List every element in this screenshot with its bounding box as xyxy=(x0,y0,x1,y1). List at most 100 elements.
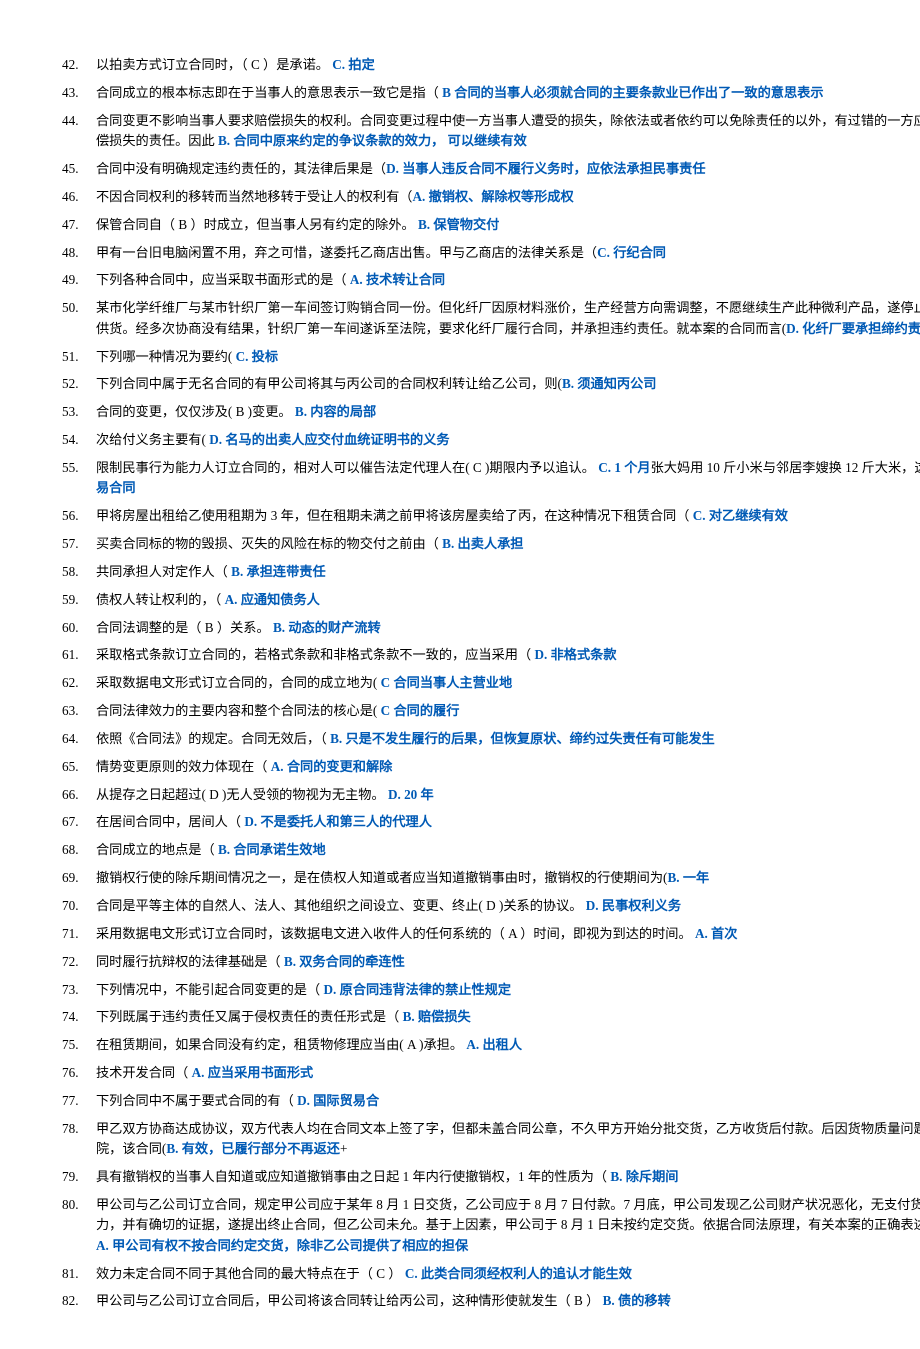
question-text: 合同的变更，仅仅涉及( B )变更。 xyxy=(96,404,295,419)
question-text: 合同是平等主体的自然人、法人、其他组织之间设立、变更、终止( D )关系的协议。 xyxy=(96,898,586,913)
question-item: 情势变更原则的效力体现在（ A. 合同的变更和解除 xyxy=(62,757,920,777)
question-item: 合同法律效力的主要内容和整个合同法的核心是( C 合同的履行 xyxy=(62,701,920,721)
question-item: 买卖合同标的物的毁损、灭失的风险在标的物交付之前由（ B. 出卖人承担 xyxy=(62,534,920,554)
question-text: 采用数据电文形式订立合同时，该数据电文进入收件人的任何系统的（ A ）时间，即视… xyxy=(96,926,695,941)
answer-text: A. 应通知债务人 xyxy=(225,592,320,607)
question-item: 债权人转让权利的，（ A. 应通知债务人 xyxy=(62,590,920,610)
answer-text: B. 须通知丙公司 xyxy=(562,376,657,391)
question-item: 合同中没有明确规定违约责任的，其法律后果是（D. 当事人违反合同不履行义务时，应… xyxy=(62,159,920,179)
question-text: 从提存之日起超过( D )无人受领的物视为无主物。 xyxy=(96,787,388,802)
question-item: 保管合同自（ B ）时成立，但当事人另有约定的除外。 B. 保管物交付 xyxy=(62,215,920,235)
question-item: 合同法调整的是（ B ）关系。 B. 动态的财产流转 xyxy=(62,618,920,638)
question-text: 合同中没有明确规定违约责任的，其法律后果是（ xyxy=(96,161,386,176)
question-text: 下列合同中属于无名合同的有甲公司将其与丙公司的合同权利转让给乙公司，则( xyxy=(96,376,562,391)
question-text: 保管合同自（ B ）时成立，但当事人另有约定的除外。 xyxy=(96,217,418,232)
question-text: 效力未定合同不同于其他合同的最大特点在于（ C ） xyxy=(96,1266,405,1281)
question-text: 在租赁期间，如果合同没有约定，租赁物修理应当由( A )承担。 xyxy=(96,1037,466,1052)
answer-text: D. 民事权利义务 xyxy=(586,898,681,913)
question-text: 情势变更原则的效力体现在（ xyxy=(96,759,271,774)
answer-text: B 合同的当事人必须就合同的主要条款业已作出了一致的意思表示 xyxy=(442,85,823,100)
answer-text: B. 有效，已履行部分不再返还 xyxy=(166,1141,340,1156)
question-text: 下列既属于违约责任又属于侵权责任的责任形式是（ xyxy=(96,1009,403,1024)
question-item: 同时履行抗辩权的法律基础是（ B. 双务合同的牵连性 xyxy=(62,952,920,972)
answer-text: B. 除斥期间 xyxy=(610,1169,678,1184)
answer-text: A. 应当采用书面形式 xyxy=(192,1065,314,1080)
question-item: 具有撤销权的当事人自知道或应知道撤销事由之日起 1 年内行使撤销权，1 年的性质… xyxy=(62,1167,920,1187)
question-text: 甲有一台旧电脑闲置不用，弃之可惜，遂委托乙商店出售。甲与乙商店的法律关系是（ xyxy=(96,245,597,260)
question-text: 下列哪一种情况为要约( xyxy=(96,349,236,364)
answer-text: B. 合同中原来约定的争议条款的效力， 可以继续有效 xyxy=(218,133,527,148)
question-item: 合同成立的根本标志即在于当事人的意思表示一致它是指（ B 合同的当事人必须就合同… xyxy=(62,83,920,103)
question-item: 限制民事行为能力人订立合同的，相对人可以催告法定代理人在( C )期限内予以追认… xyxy=(62,458,920,499)
answer-text: A. 合同的变更和解除 xyxy=(271,759,393,774)
answer-text: A. 技术转让合同 xyxy=(350,272,445,287)
question-text: 次给付义务主要有( xyxy=(96,432,209,447)
question-text: 具有撤销权的当事人自知道或应知道撤销事由之日起 1 年内行使撤销权，1 年的性质… xyxy=(96,1169,610,1184)
answer-text: C. 对乙继续有效 xyxy=(693,508,788,523)
question-text: 不因合同权利的移转而当然地移转于受让人的权利有（ xyxy=(96,189,413,204)
answer-text: D. 化纤厂要承担缔约责任 xyxy=(786,321,920,336)
question-text: 甲公司与乙公司订立合同，规定甲公司应于某年 8 月 1 日交货，乙公司应于 8 … xyxy=(96,1197,920,1232)
question-text: 合同成立的地点是（ xyxy=(96,842,218,857)
answer-text: B. 债的移转 xyxy=(603,1293,671,1308)
answer-text: C. 1 个月 xyxy=(598,460,650,475)
answer-text: D. 不是委托人和第三人的代理人 xyxy=(244,814,432,829)
answer-text: C. 行纪合同 xyxy=(597,245,666,260)
answer-text: B. 赔偿损失 xyxy=(403,1009,471,1024)
question-text: 合同法律效力的主要内容和整个合同法的核心是( xyxy=(96,703,381,718)
question-item: 在居间合同中，居间人（ D. 不是委托人和第三人的代理人 xyxy=(62,812,920,832)
question-text: 张大妈用 10 斤小米与邻居李嫂换 12 斤大米，这是( xyxy=(651,460,920,475)
question-text: 撤销权行使的除斥期间情况之一，是在债权人知道或者应当知道撤销事由时，撤销权的行使… xyxy=(96,870,667,885)
answer-text: D. 国际贸易合 xyxy=(297,1093,379,1108)
question-text: 甲将房屋出租给乙使用租期为 3 年，但在租期未满之前甲将该房屋卖给了丙，在这种情… xyxy=(96,508,693,523)
answer-text: A. 甲公司有权不按合同约定交货，除非乙公司提供了相应的担保 xyxy=(96,1238,468,1253)
question-item: 合同是平等主体的自然人、法人、其他组织之间设立、变更、终止( D )关系的协议。… xyxy=(62,896,920,916)
answer-text: D. 20 年 xyxy=(388,787,434,802)
question-item: 合同的变更，仅仅涉及( B )变更。 B. 内容的局部 xyxy=(62,402,920,422)
answer-text: C. 此类合同须经权利人的追认才能生效 xyxy=(405,1266,632,1281)
answer-text: B. 只是不发生履行的后果，但恢复原状、缔约过失责任有可能发生 xyxy=(330,731,715,746)
answer-text: B. 合同承诺生效地 xyxy=(218,842,326,857)
question-text: 合同法调整的是（ B ）关系。 xyxy=(96,620,273,635)
answer-text: D. 原合同违背法律的禁止性规定 xyxy=(323,982,511,997)
answer-text: D. 非格式条款 xyxy=(534,647,616,662)
question-item: 从提存之日起超过( D )无人受领的物视为无主物。 D. 20 年 xyxy=(62,785,920,805)
answer-text: B. 动态的财产流转 xyxy=(273,620,381,635)
question-text: 依照《合同法》的规定。合同无效后，（ xyxy=(96,731,330,746)
question-item: 某市化学纤维厂与某市针织厂第一车间签订购销合同一份。但化纤厂因原材料涨价，生产经… xyxy=(62,298,920,339)
question-item: 依照《合同法》的规定。合同无效后，（ B. 只是不发生履行的后果，但恢复原状、缔… xyxy=(62,729,920,749)
answer-text: C 合同的履行 xyxy=(381,703,460,718)
question-item: 甲有一台旧电脑闲置不用，弃之可惜，遂委托乙商店出售。甲与乙商店的法律关系是（C.… xyxy=(62,243,920,263)
question-item: 撤销权行使的除斥期间情况之一，是在债权人知道或者应当知道撤销事由时，撤销权的行使… xyxy=(62,868,920,888)
question-item: 采取数据电文形式订立合同的，合同的成立地为( C 合同当事人主营业地 xyxy=(62,673,920,693)
question-item: 甲将房屋出租给乙使用租期为 3 年，但在租期未满之前甲将该房屋卖给了丙，在这种情… xyxy=(62,506,920,526)
question-text: + xyxy=(340,1141,347,1156)
question-text: 采取格式条款订立合同的，若格式条款和非格式条款不一致的，应当采用（ xyxy=(96,647,534,662)
question-text: 下列各种合同中，应当采取书面形式的是（ xyxy=(96,272,350,287)
question-text: 合同成立的根本标志即在于当事人的意思表示一致它是指（ xyxy=(96,85,442,100)
question-item: 下列哪一种情况为要约( C. 投标 xyxy=(62,347,920,367)
question-item: 下列情况中，不能引起合同变更的是（ D. 原合同违背法律的禁止性规定 xyxy=(62,980,920,1000)
answer-text: B. 出卖人承担 xyxy=(442,536,523,551)
question-text: 甲公司与乙公司订立合同后，甲公司将该合同转让给丙公司，这种情形使就发生（ B ） xyxy=(96,1293,603,1308)
answer-text: B. 保管物交付 xyxy=(418,217,499,232)
question-item: 不因合同权利的移转而当然地移转于受让人的权利有（A. 撤销权、解除权等形成权 xyxy=(62,187,920,207)
question-text: 以拍卖方式订立合同时，（ C ）是承诺。 xyxy=(96,57,332,72)
question-item: 下列合同中不属于要式合同的有（ D. 国际贸易合 xyxy=(62,1091,920,1111)
answer-text: C 合同当事人主营业地 xyxy=(381,675,513,690)
answer-text: B. 一年 xyxy=(667,870,709,885)
answer-text: B. 双务合同的牵连性 xyxy=(284,954,405,969)
question-text: 在居间合同中，居间人（ xyxy=(96,814,244,829)
question-item: 下列合同中属于无名合同的有甲公司将其与丙公司的合同权利转让给乙公司，则(B. 须… xyxy=(62,374,920,394)
question-item: 技术开发合同（ A. 应当采用书面形式 xyxy=(62,1063,920,1083)
answer-text: D. 名马的出卖人应交付血统证明书的义务 xyxy=(209,432,449,447)
question-text: 采取数据电文形式订立合同的，合同的成立地为( xyxy=(96,675,381,690)
answer-text: A. 首次 xyxy=(695,926,738,941)
question-list: 以拍卖方式订立合同时，（ C ）是承诺。 C. 拍定合同成立的根本标志即在于当事… xyxy=(62,55,920,1312)
question-item: 在租赁期间，如果合同没有约定，租赁物修理应当由( A )承担。 A. 出租人 xyxy=(62,1035,920,1055)
question-item: 效力未定合同不同于其他合同的最大特点在于（ C ） C. 此类合同须经权利人的追… xyxy=(62,1264,920,1284)
question-text: 下列情况中，不能引起合同变更的是（ xyxy=(96,982,323,997)
question-item: 下列各种合同中，应当采取书面形式的是（ A. 技术转让合同 xyxy=(62,270,920,290)
question-item: 甲公司与乙公司订立合同，规定甲公司应于某年 8 月 1 日交货，乙公司应于 8 … xyxy=(62,1195,920,1256)
question-item: 以拍卖方式订立合同时，（ C ）是承诺。 C. 拍定 xyxy=(62,55,920,75)
